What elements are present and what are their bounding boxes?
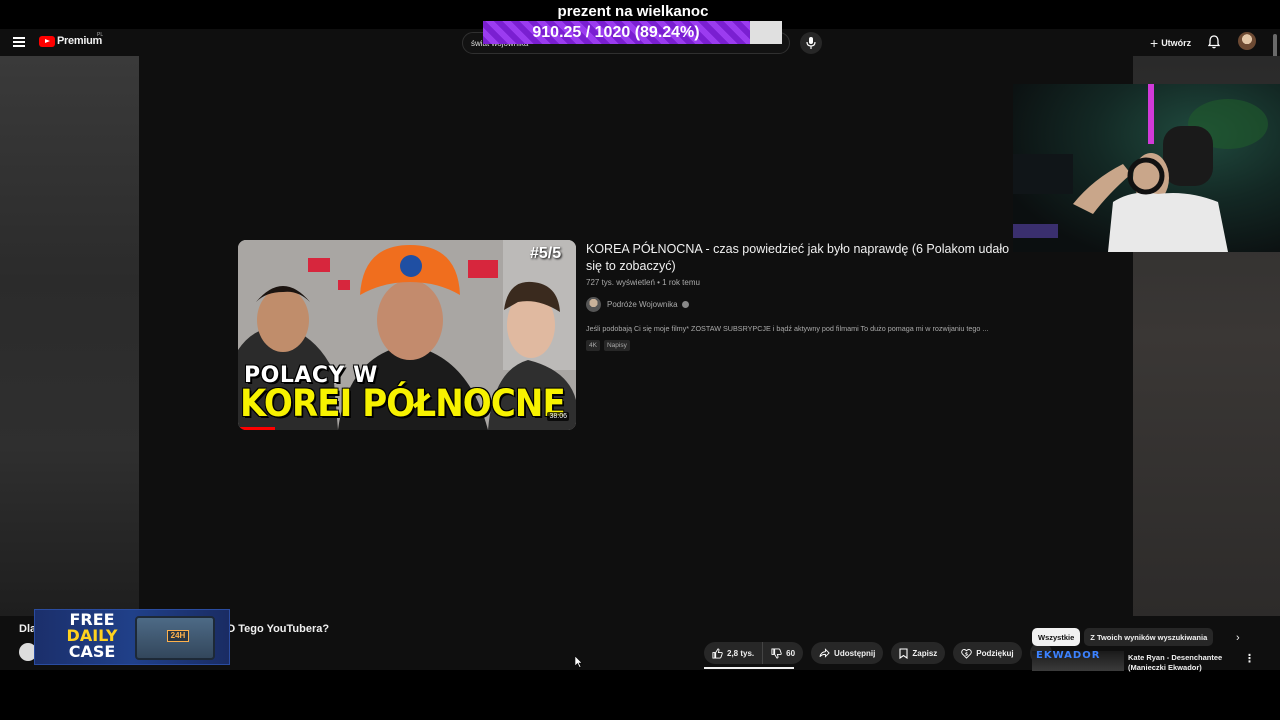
share-button[interactable]: Udostępnij: [811, 642, 884, 664]
mouse-cursor-icon: [575, 656, 583, 668]
thumbnail-part-label: #5/5: [530, 245, 562, 262]
recommendation-filter-chips: Wszystkie Z Twoich wyników wyszukiwania: [1032, 628, 1217, 646]
share-label: Udostępnij: [834, 648, 876, 658]
plus-icon: +: [1150, 35, 1159, 51]
more-vertical-icon[interactable]: ⋮: [1244, 652, 1255, 665]
like-count: 2,8 tys.: [727, 648, 755, 658]
like-dislike-group: 2,8 tys. 60: [704, 642, 804, 664]
dislike-button[interactable]: 60: [763, 642, 803, 664]
watch-progress-bar: [238, 427, 276, 430]
verified-badge-icon: [681, 301, 689, 308]
save-button[interactable]: Zapisz: [891, 642, 946, 664]
free-daily-case-promo: FREE DAILY CASE 24H: [34, 609, 230, 665]
recommended-thumb-text: EKWADOR: [1036, 651, 1101, 661]
bookmark-icon: [899, 647, 908, 659]
left-background-blur: [0, 56, 139, 616]
like-bar-underline: [704, 667, 794, 669]
donation-goal-text: 910.25 / 1020 (89.24%): [532, 24, 700, 41]
create-button[interactable]: + Utwórz: [1150, 35, 1191, 51]
video-actions: 2,8 tys. 60 Udostępnij Zapisz $ Podzięku…: [704, 642, 1060, 664]
streamer-webcam: [1013, 84, 1280, 252]
thanks-label: Podziękuj: [976, 648, 1014, 658]
save-label: Zapisz: [912, 648, 938, 658]
youtube-play-icon: [39, 35, 55, 47]
thanks-button[interactable]: $ Podziękuj: [953, 642, 1022, 664]
dislike-count: 60: [786, 648, 796, 658]
youtube-logo[interactable]: Premium: [39, 35, 102, 47]
chip-from-search[interactable]: Z Twoich wyników wyszukiwania: [1084, 628, 1214, 646]
recommended-video-title[interactable]: Kate Ryan - Desenchantee (Manieczki Ekwa…: [1128, 653, 1238, 673]
microphone-icon: [806, 37, 816, 49]
channel-name[interactable]: Podróże Wojownika: [607, 300, 678, 309]
account-avatar[interactable]: [1238, 32, 1256, 50]
video-title[interactable]: KOREA PÓŁNOCNA - czas powiedzieć jak był…: [586, 241, 1016, 275]
video-duration: 38:06: [547, 412, 569, 421]
menu-icon[interactable]: [13, 37, 25, 47]
donation-goal-title: prezent na wielkanoc: [557, 3, 709, 20]
chest-timer-label: 24H: [167, 630, 189, 642]
recommended-video-thumbnail[interactable]: EKWADOR: [1032, 651, 1124, 671]
share-icon: [819, 648, 830, 658]
logo-region: PL: [97, 32, 104, 38]
notifications-bell-icon[interactable]: [1208, 35, 1220, 49]
video-thumbnail[interactable]: #5/5 POLACY W KOREI PÓŁNOCNE ! 38:06: [238, 240, 576, 430]
thumbnail-caption-line2: KOREI PÓŁNOCNE !: [240, 382, 576, 425]
thumbs-up-icon: [712, 647, 723, 659]
webcam-scene: [1013, 84, 1268, 252]
thumbs-down-icon: [771, 647, 782, 659]
video-meta: 727 tys. wyświetleń • 1 rok temu: [586, 278, 700, 287]
logo-text: Premium: [57, 35, 102, 47]
video-badges: 4K Napisy: [586, 340, 630, 351]
video-description-snippet: Jeśli podobają Ci się moje filmy* ZOSTAW…: [586, 324, 989, 333]
chest-image: 24H: [135, 616, 215, 660]
channel-avatar[interactable]: [586, 297, 601, 312]
promo-text: FREE DAILY CASE: [57, 612, 127, 660]
chip-all[interactable]: Wszystkie: [1032, 628, 1081, 646]
channel-link[interactable]: Podróże Wojownika: [586, 297, 689, 312]
like-button[interactable]: 2,8 tys.: [704, 642, 764, 664]
create-label: Utwórz: [1161, 38, 1192, 48]
badge-4k: 4K: [586, 340, 600, 351]
promo-line3: CASE: [68, 642, 116, 661]
donation-goal-bar: 910.25 / 1020 (89.24%): [483, 21, 782, 44]
badge-subtitles: Napisy: [603, 340, 630, 351]
voice-search-button[interactable]: [800, 32, 822, 54]
thanks-heart-icon: $: [961, 648, 973, 659]
svg-text:$: $: [965, 651, 968, 657]
chevron-right-icon[interactable]: ›: [1236, 632, 1240, 644]
